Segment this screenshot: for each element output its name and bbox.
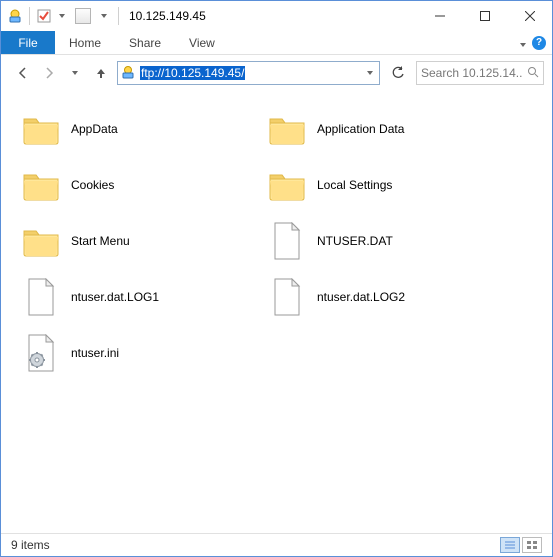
title-dropdown-icon[interactable] — [96, 8, 112, 24]
list-item[interactable]: NTUSER.DAT — [263, 213, 509, 269]
file-icon — [267, 277, 307, 317]
window-title: 10.125.149.45 — [129, 9, 206, 23]
maximize-button[interactable] — [462, 2, 507, 31]
tab-home[interactable]: Home — [55, 31, 115, 54]
folder-icon — [267, 165, 307, 205]
address-icon — [118, 65, 138, 81]
item-label: Local Settings — [317, 178, 392, 192]
back-button[interactable] — [13, 63, 33, 83]
close-button[interactable] — [507, 2, 552, 31]
address-value: ftp://10.125.149.45/ — [140, 66, 245, 80]
address-text[interactable]: ftp://10.125.149.45/ — [138, 62, 361, 84]
search-placeholder: Search 10.125.14... — [421, 66, 523, 80]
item-label: NTUSER.DAT — [317, 234, 393, 248]
list-item[interactable]: Start Menu — [17, 213, 263, 269]
item-label: AppData — [71, 122, 118, 136]
item-label: ntuser.dat.LOG2 — [317, 290, 405, 304]
status-text: 9 items — [11, 538, 50, 552]
separator — [29, 7, 30, 25]
folder-icon — [267, 109, 307, 149]
item-label: Start Menu — [71, 234, 130, 248]
folder-icon — [21, 109, 61, 149]
view-details-button[interactable] — [500, 537, 520, 553]
window-controls — [417, 2, 552, 31]
folder-icon — [21, 221, 61, 261]
ribbon-collapse-icon[interactable] — [520, 36, 526, 50]
nav-row: ftp://10.125.149.45/ Search 10.125.14... — [1, 55, 552, 91]
view-icons-button[interactable] — [522, 537, 542, 553]
quick-access-toolbar — [7, 7, 123, 25]
refresh-button[interactable] — [386, 61, 410, 85]
checkbox-icon[interactable] — [36, 8, 52, 24]
search-input[interactable]: Search 10.125.14... — [416, 61, 544, 85]
item-label: ntuser.ini — [71, 346, 119, 360]
list-item[interactable]: Application Data — [263, 101, 509, 157]
list-item[interactable]: AppData — [17, 101, 263, 157]
file-icon — [267, 221, 307, 261]
item-label: Cookies — [71, 178, 114, 192]
separator — [118, 7, 119, 25]
titlebar: 10.125.149.45 — [1, 1, 552, 31]
qat-dropdown-icon[interactable] — [54, 8, 70, 24]
item-label: ntuser.dat.LOG1 — [71, 290, 159, 304]
address-bar[interactable]: ftp://10.125.149.45/ — [117, 61, 380, 85]
recent-dropdown-icon[interactable] — [65, 63, 85, 83]
file-tab[interactable]: File — [1, 31, 55, 54]
list-item[interactable]: Local Settings — [263, 157, 509, 213]
address-dropdown-icon[interactable] — [361, 71, 379, 75]
tab-view[interactable]: View — [175, 31, 229, 54]
app-icon — [7, 8, 23, 24]
list-item[interactable]: Cookies — [17, 157, 263, 213]
minimize-button[interactable] — [417, 2, 462, 31]
content-pane[interactable]: AppData Application Data Cookies Local Sett… — [1, 93, 552, 533]
tab-share[interactable]: Share — [115, 31, 175, 54]
help-icon[interactable]: ? — [532, 36, 546, 50]
window-small-icon — [75, 8, 91, 24]
view-toggle — [500, 537, 542, 553]
status-bar: 9 items — [1, 533, 552, 556]
items-list: AppData Application Data Cookies Local Sett… — [17, 101, 536, 381]
item-label: Application Data — [317, 122, 404, 136]
forward-button[interactable] — [39, 63, 59, 83]
ribbon: File Home Share View ? — [1, 31, 552, 55]
file-icon — [21, 277, 61, 317]
folder-icon — [21, 165, 61, 205]
settings-file-icon — [21, 333, 61, 373]
up-button[interactable] — [91, 63, 111, 83]
list-item[interactable]: ntuser.dat.LOG1 — [17, 269, 263, 325]
search-icon — [527, 66, 539, 81]
list-item[interactable]: ntuser.dat.LOG2 — [263, 269, 509, 325]
list-item[interactable]: ntuser.ini — [17, 325, 263, 381]
